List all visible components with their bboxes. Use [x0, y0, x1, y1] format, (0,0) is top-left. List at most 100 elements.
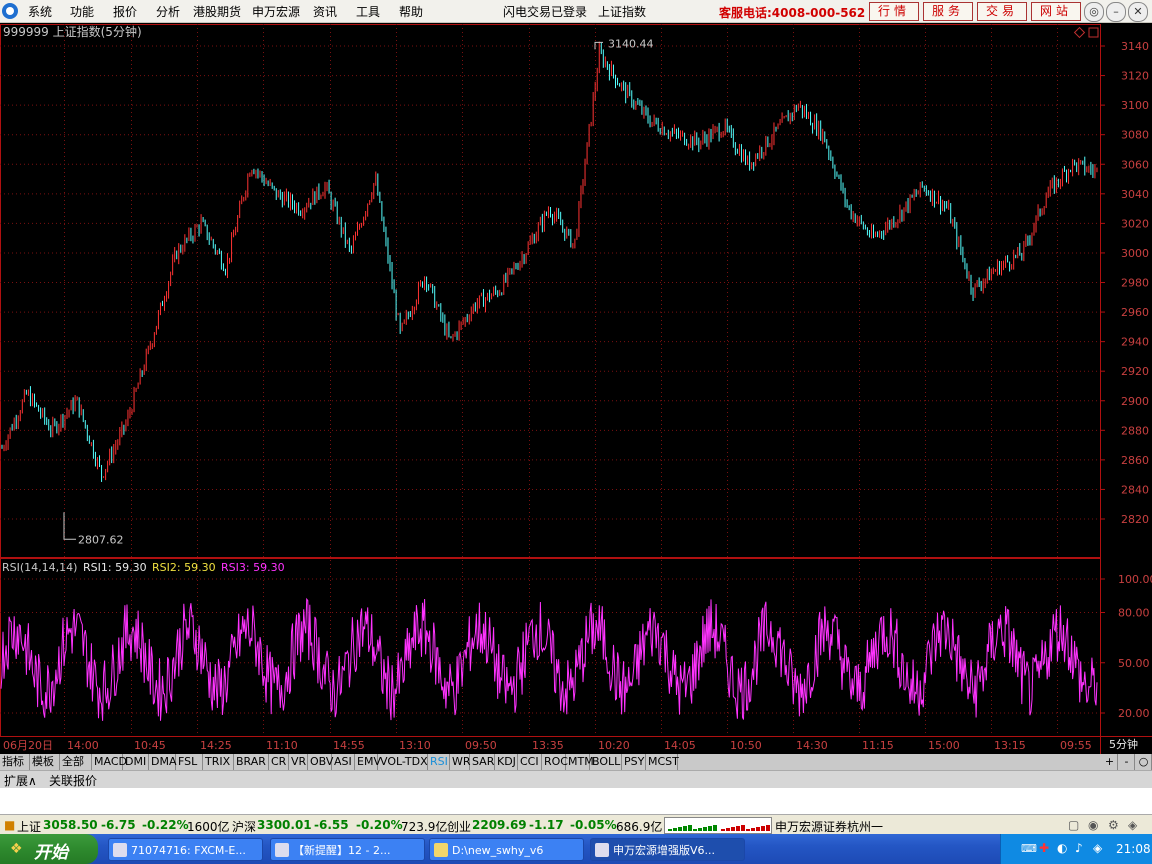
folder-icon — [434, 843, 448, 857]
indicator-tab-macd[interactable]: MACD — [92, 754, 127, 770]
indicator-tab-dmi[interactable]: DMI — [123, 754, 149, 770]
service-button[interactable]: 服务 — [923, 2, 973, 21]
alert-icon[interactable]: ◉ — [1088, 818, 1098, 832]
shield-icon[interactable]: ◈ — [1128, 818, 1137, 832]
trade-button[interactable]: 交易 — [977, 2, 1027, 21]
sh-index-change: -6.75 — [101, 818, 136, 832]
indicator-tab-psy[interactable]: PSY — [622, 754, 646, 770]
rsi-tick-label: 100.00 — [1118, 573, 1152, 586]
minimize-icon[interactable]: – — [1106, 2, 1126, 22]
time-tick-label: 11:15 — [862, 739, 894, 752]
quotes-button[interactable]: 行情 — [869, 2, 919, 21]
menu-system[interactable]: 系统 — [28, 3, 52, 20]
network-icon[interactable]: ◐ — [1057, 841, 1067, 855]
indicator-tab-指标[interactable]: 指标 — [0, 754, 30, 770]
taskbar-item-label: 71074716: FXCM-E... — [131, 844, 246, 857]
menu-swhy[interactable]: 申万宏源 — [252, 3, 300, 20]
index-status-bar: ■ 上证 3058.50 -6.75 -0.22% 1600亿 沪深 3300.… — [0, 814, 1152, 835]
rsi-tick-label: 80.00 — [1118, 607, 1150, 620]
breadth-up-bar — [731, 827, 735, 831]
market-breadth-meter — [664, 817, 772, 834]
hs-index-price: 3300.01 — [257, 818, 312, 832]
system-tray: ⌨ ✚ ◐ ♪ ◈ 21:08 — [1000, 834, 1152, 864]
price-tick-label: 2940 — [1121, 336, 1149, 349]
zoom-out-button[interactable]: - — [1119, 754, 1135, 770]
antivirus-icon[interactable]: ✚ — [1039, 841, 1049, 855]
expand-tab[interactable]: 扩展∧ — [4, 772, 37, 789]
indicator-tab-trix[interactable]: TRIX — [203, 754, 234, 770]
rsi-tick-label: 20.00 — [1118, 707, 1150, 720]
indicator-tab-全部[interactable]: 全部 — [60, 754, 92, 770]
help-circle-icon[interactable]: ◎ — [1084, 2, 1104, 22]
cy-index-name[interactable]: 创业 — [447, 818, 471, 835]
indicator-tab-vol-tdx[interactable]: VOL-TDX — [378, 754, 428, 770]
taskbar-item-fxcm[interactable]: 71074716: FXCM-E... — [108, 838, 263, 861]
price-tick-label: 2840 — [1121, 483, 1149, 496]
zoom-in-button[interactable]: + — [1102, 754, 1118, 770]
website-button[interactable]: 网站 — [1031, 2, 1081, 21]
hs-index-name[interactable]: 沪深 — [232, 818, 256, 835]
indicator-tab-mtm[interactable]: MTM — [566, 754, 594, 770]
indicator-tab-rsi[interactable]: RSI — [428, 754, 450, 770]
breadth-down-bar — [703, 827, 707, 831]
indicator-tab-roc[interactable]: ROC — [542, 754, 568, 770]
chart-area[interactable]: 3140 3120 3100 3080 3060 3040 3020 3000 2980 2960… — [0, 24, 1152, 754]
indicator-tab-fsl[interactable]: FSL — [176, 754, 203, 770]
rsi1-value: RSI1: 59.30 — [83, 561, 147, 574]
indicator-tab-boll[interactable]: BOLL — [590, 754, 622, 770]
taskbar-item-swhy[interactable]: 申万宏源增强版V6... — [590, 838, 745, 861]
time-tick-label: 09:50 — [465, 739, 497, 752]
start-button[interactable]: ❖ 开始 — [0, 834, 98, 864]
breadth-up-bar — [726, 828, 730, 831]
hs-index-change: -6.55 — [314, 818, 349, 832]
menu-news[interactable]: 资讯 — [313, 3, 337, 20]
indicator-tab-brar[interactable]: BRAR — [234, 754, 269, 770]
indicator-tab-bar: 指标 模板 全部 MACD DMI DMA FSL TRIX BRAR CR VR OBV ASI EMV… — [0, 754, 1152, 770]
layout-icon[interactable]: ▢ — [1068, 818, 1079, 832]
price-tick-label: 3080 — [1121, 129, 1149, 142]
period-label[interactable]: 5分钟 — [1109, 737, 1138, 751]
indicator-tab-vr[interactable]: VR — [289, 754, 308, 770]
indicator-tab-mcst[interactable]: MCST — [646, 754, 679, 770]
indicator-tab-cci[interactable]: CCI — [518, 754, 542, 770]
high-price-label: 3140.44 — [608, 37, 654, 50]
price-tick-label: 3120 — [1121, 70, 1149, 83]
time-tick-label: 13:35 — [532, 739, 564, 752]
indicator-tab-dma[interactable]: DMA — [149, 754, 177, 770]
volume-icon[interactable]: ♪ — [1075, 841, 1083, 855]
menu-help[interactable]: 帮助 — [399, 3, 423, 20]
menu-function[interactable]: 功能 — [70, 3, 94, 20]
breadth-up-bar — [761, 826, 765, 831]
tray-shield-icon[interactable]: ◈ — [1093, 841, 1102, 855]
indicator-tab-kdj[interactable]: KDJ — [495, 754, 518, 770]
hs-index-pct: -0.20% — [356, 818, 403, 832]
taskbar-item-folder[interactable]: D:\new_swhy_v6 — [429, 838, 584, 861]
close-icon[interactable]: ✕ — [1128, 2, 1148, 22]
rsi-tick-label: 50.00 — [1118, 657, 1150, 670]
menu-analysis[interactable]: 分析 — [156, 3, 180, 20]
time-tick-label: 06月20日 — [3, 739, 53, 752]
menu-tools[interactable]: 工具 — [356, 3, 380, 20]
indicator-tab-wr[interactable]: WR — [450, 754, 471, 770]
breadth-up-bar — [746, 829, 750, 831]
time-tick-label: 14:30 — [796, 739, 828, 752]
breadth-up-bar — [756, 827, 760, 831]
indicator-tab-asi[interactable]: ASI — [332, 754, 355, 770]
indicator-tab-emv[interactable]: EMV — [355, 754, 381, 770]
keyboard-icon[interactable]: ⌨ — [1021, 842, 1037, 855]
time-tick-label: 13:10 — [399, 739, 431, 752]
rsi-indicator-name[interactable]: RSI(14,14,14) — [2, 561, 77, 574]
reset-button[interactable]: ○ — [1136, 754, 1152, 770]
settings-icon[interactable]: ⚙ — [1108, 818, 1119, 832]
indicator-tab-cr[interactable]: CR — [269, 754, 289, 770]
indicator-tab-模板[interactable]: 模板 — [30, 754, 60, 770]
menu-quote[interactable]: 报价 — [113, 3, 137, 20]
related-quotes-tab[interactable]: 关联报价 — [49, 772, 97, 789]
indicator-tab-obv[interactable]: OBV — [308, 754, 333, 770]
sh-index-name[interactable]: 上证 — [17, 818, 41, 835]
indicator-tab-sar[interactable]: SAR — [470, 754, 495, 770]
sh-index-pct: -0.22% — [142, 818, 189, 832]
breadth-down-bar — [683, 826, 687, 831]
taskbar-item-browser[interactable]: 【新提醒】12 - 2... — [270, 838, 425, 861]
menu-hk-futures[interactable]: 港股期货 — [193, 3, 241, 20]
